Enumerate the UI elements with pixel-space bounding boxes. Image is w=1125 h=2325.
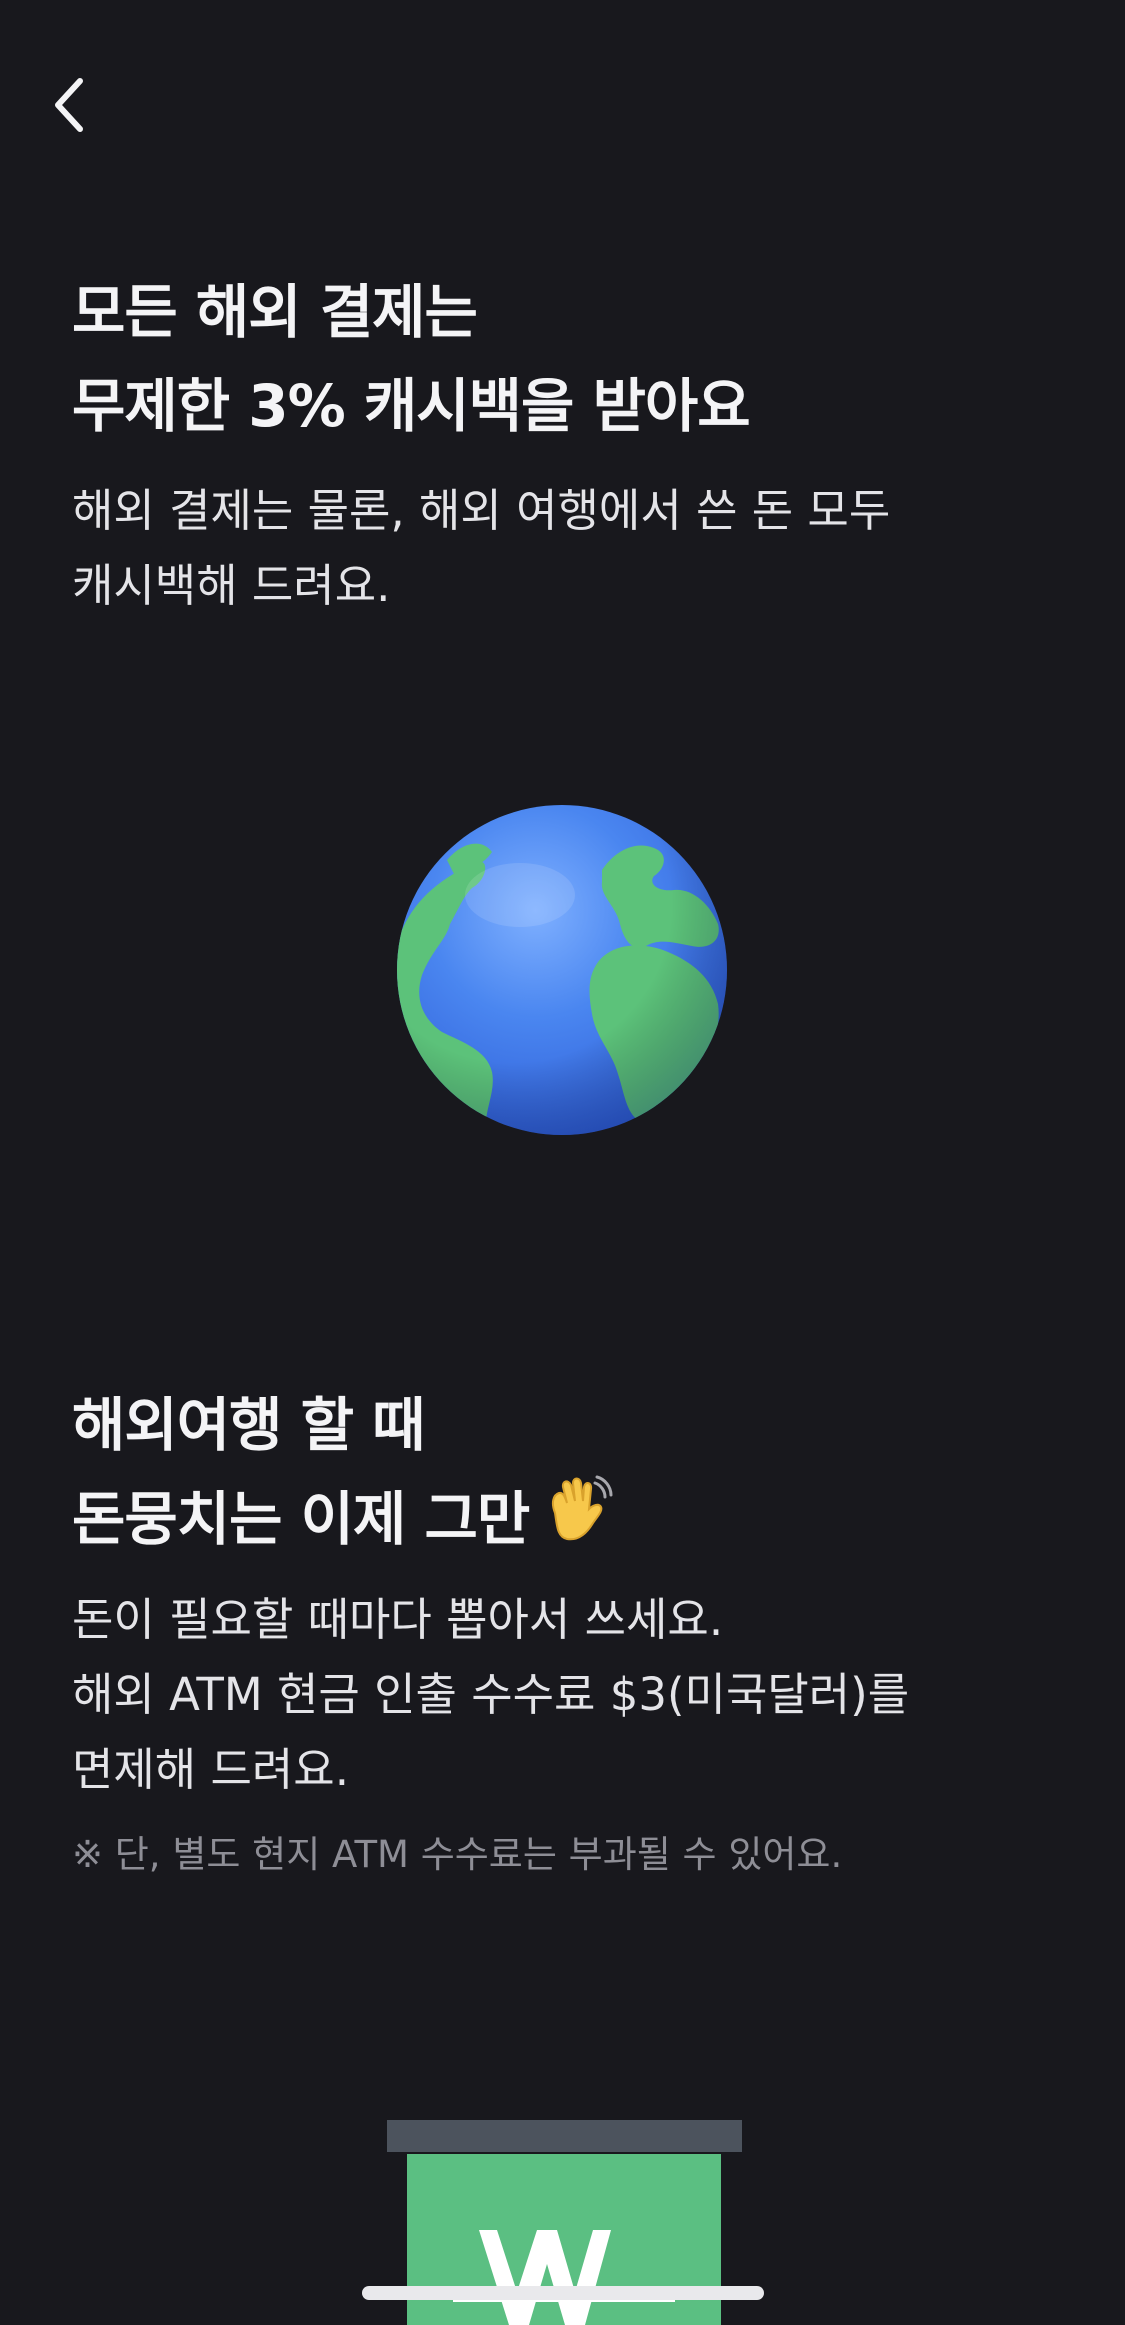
globe-icon	[397, 805, 727, 1135]
atm-description: 돈이 필요할 때마다 뽑아서 쓰세요. 해외 ATM 현금 인출 수수료 $3(…	[72, 1582, 1053, 1807]
back-button[interactable]	[40, 60, 100, 150]
intro-headline: 모든 해외 결제는 무제한 3% 캐시백을 받아요	[72, 265, 1053, 453]
atm-description-line: 면제해 드려요.	[72, 1743, 350, 1796]
atm-section: 해외여행 할 때 돈뭉치는 이제 그만 돈이 필요할 때마다 뽑아서 쓰세요. …	[72, 1378, 1053, 1885]
intro-headline-line: 모든 해외 결제는	[72, 278, 478, 346]
atm-fee-note: ※ 단, 별도 현지 ATM 수수료는 부과될 수 있어요.	[72, 1833, 843, 1876]
home-indicator[interactable]	[362, 2286, 764, 2300]
intro-description: 해외 결제는 물론, 해외 여행에서 쓴 돈 모두 캐시백해 드려요.	[72, 473, 1053, 623]
atm-headline-line: 해외여행 할 때	[72, 1391, 426, 1459]
atm-description-line: 돈이 필요할 때마다 뽑아서 쓰세요.	[72, 1593, 724, 1646]
intro-section: 모든 해외 결제는 무제한 3% 캐시백을 받아요 해외 결제는 물론, 해외 …	[72, 265, 1053, 623]
intro-description-line: 해외 결제는 물론, 해외 여행에서 쓴 돈 모두	[72, 484, 891, 537]
atm-headline-line-2: 돈뭉치는 이제 그만	[72, 1472, 1053, 1566]
waving-hand-icon	[552, 1475, 613, 1541]
atm-description-line: 해외 ATM 현금 인출 수수료 $3(미국달러)를	[72, 1668, 910, 1721]
chevron-left-icon	[55, 78, 83, 132]
atm-headline: 해외여행 할 때 돈뭉치는 이제 그만	[72, 1378, 1053, 1566]
intro-description-line: 캐시백해 드려요.	[72, 559, 391, 612]
intro-headline-line: 무제한 3% 캐시백을 받아요	[72, 372, 751, 440]
